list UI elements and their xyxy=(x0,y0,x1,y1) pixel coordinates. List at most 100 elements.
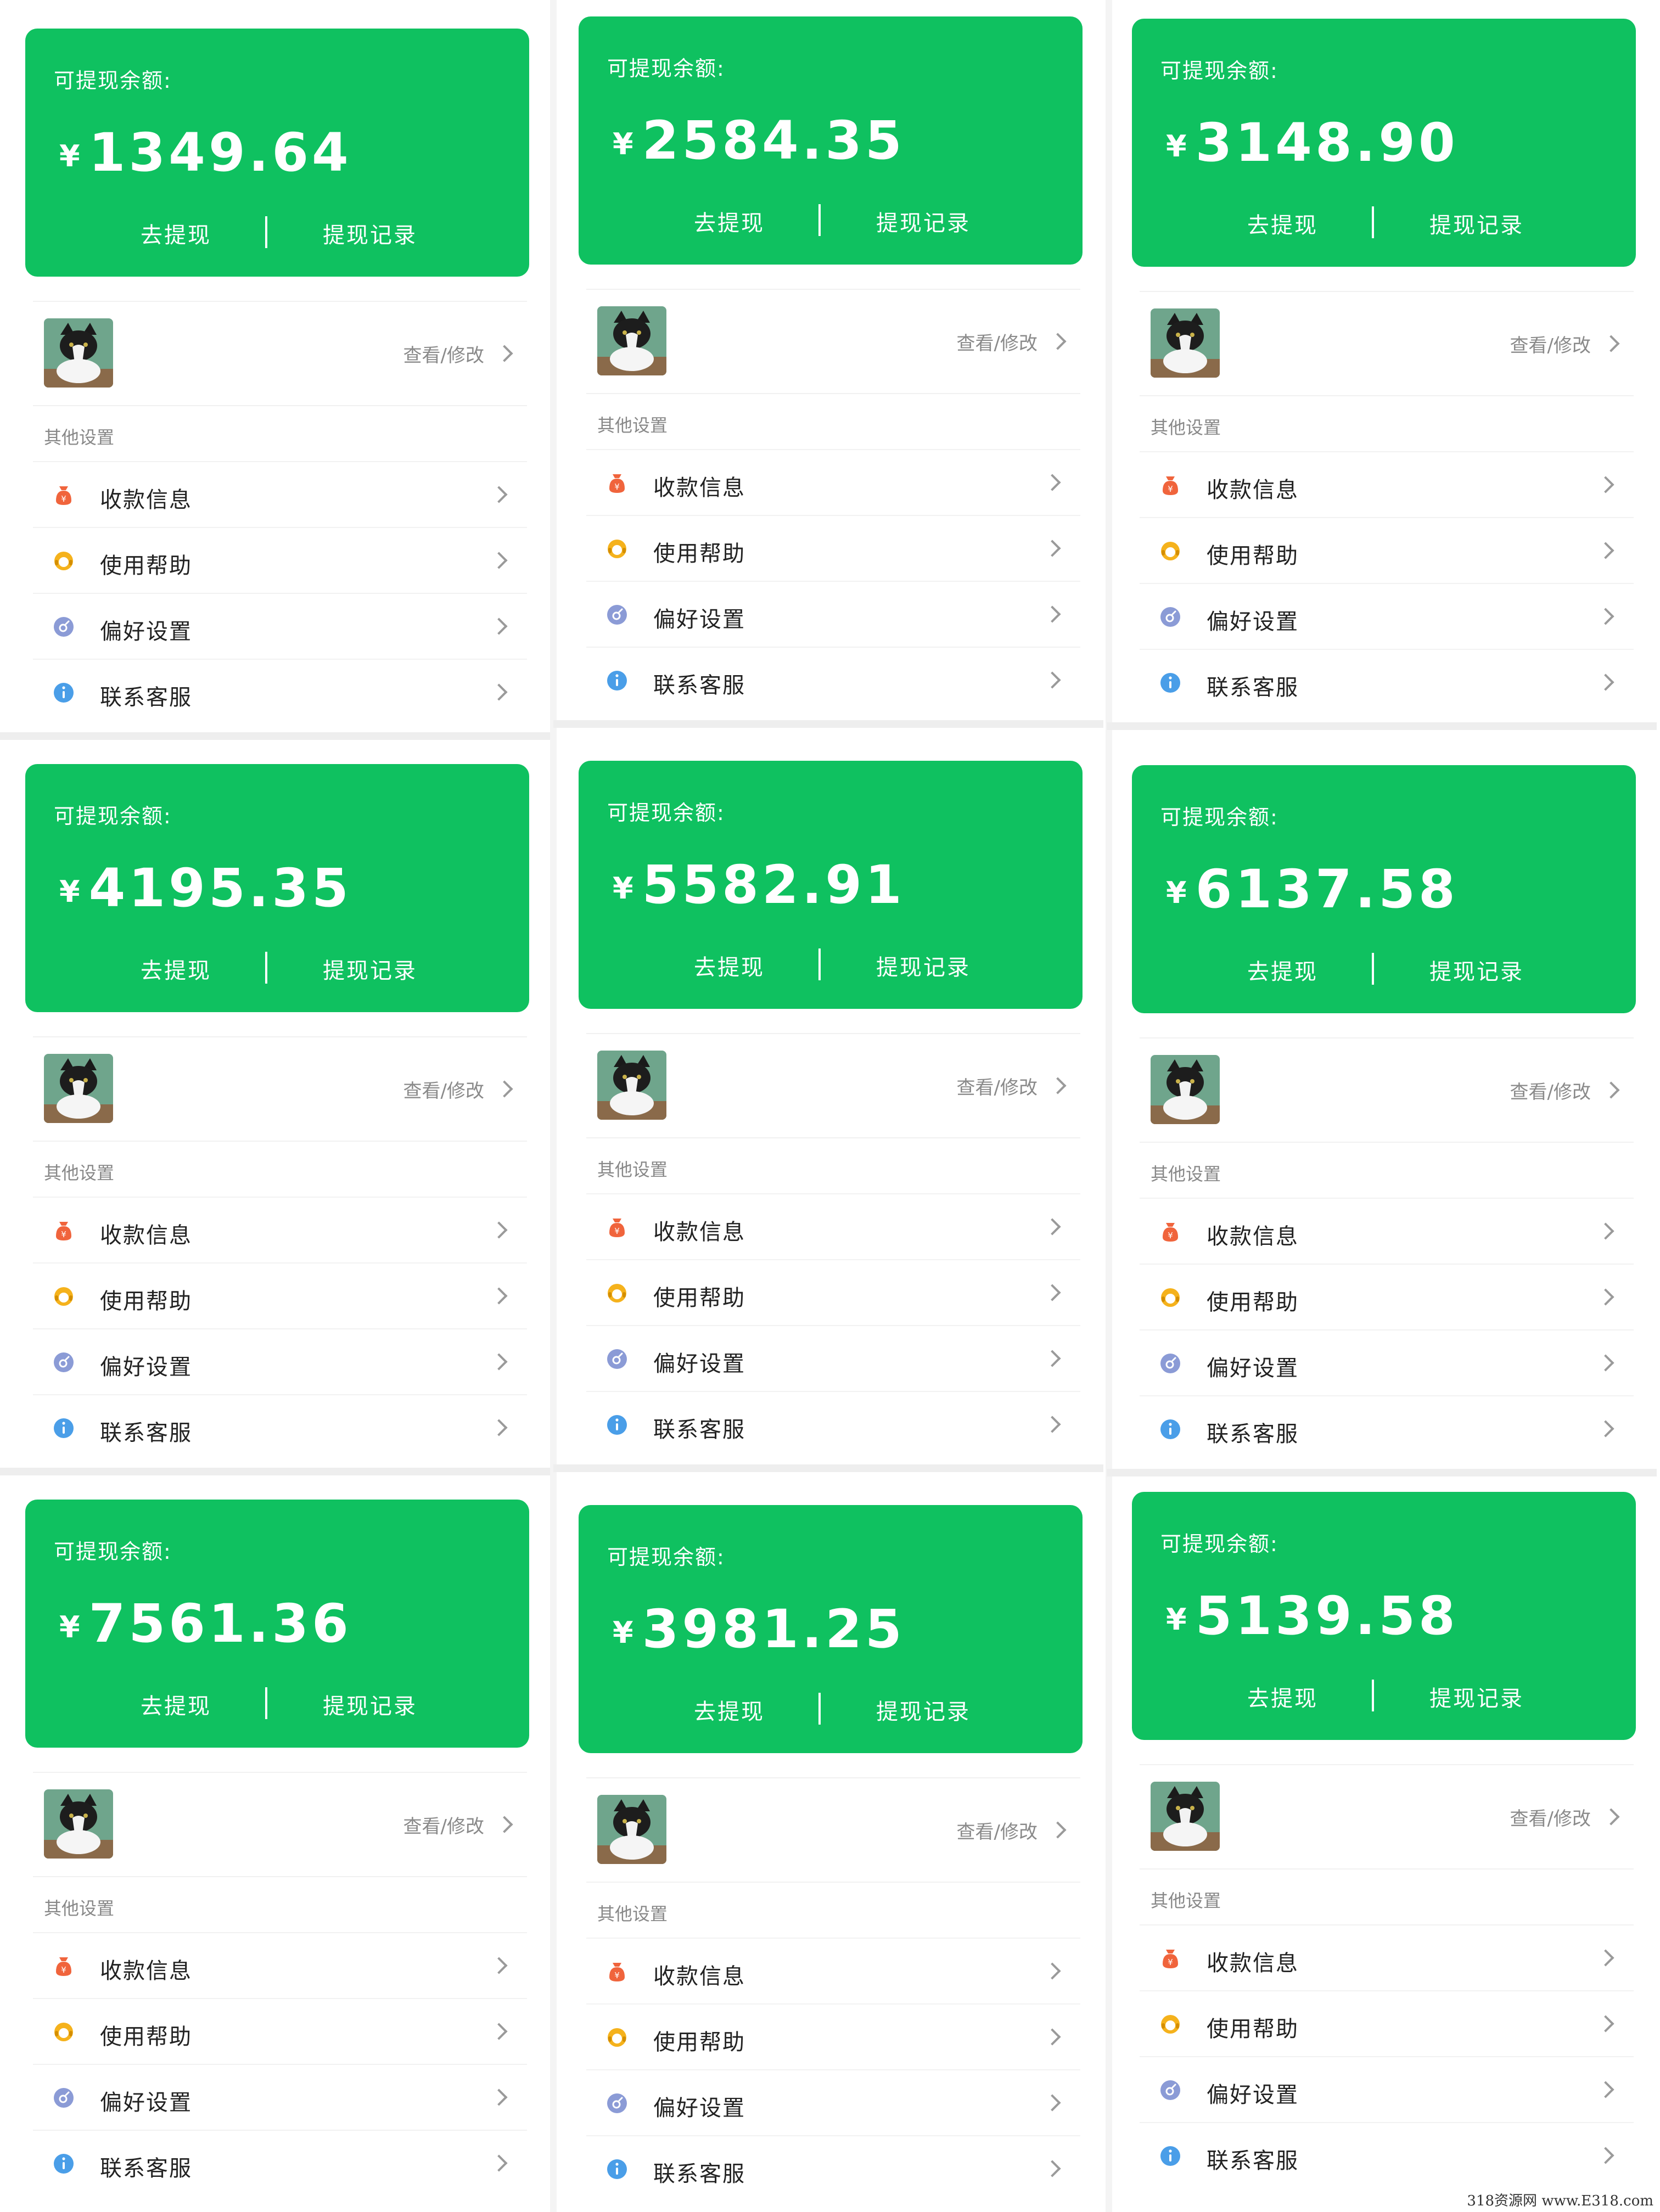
withdraw-records-button[interactable]: 提现记录 xyxy=(876,1694,971,1726)
preferences-icon xyxy=(52,615,76,639)
view-edit-link[interactable]: 查看/修改 xyxy=(1510,1804,1620,1831)
account-panel: 可提现余额: ¥6137.58 去提现 提现记录 查看/修改 其他设置 ¥ 收款… xyxy=(1107,737,1660,1472)
chevron-right-icon xyxy=(1044,474,1061,491)
balance-amount: ¥7561.36 xyxy=(59,1593,352,1654)
money-bag-icon: ¥ xyxy=(1158,1220,1182,1244)
settings-item[interactable]: 联系客服 xyxy=(1140,1395,1634,1462)
chevron-right-icon xyxy=(1597,608,1614,625)
view-edit-link[interactable]: 查看/修改 xyxy=(403,1076,513,1103)
settings-item[interactable]: 使用帮助 xyxy=(1140,1264,1634,1330)
settings-item[interactable]: 联系客服 xyxy=(33,2130,527,2197)
profile-row[interactable]: 查看/修改 xyxy=(33,301,527,406)
settings-item[interactable]: 使用帮助 xyxy=(586,515,1080,582)
settings-item[interactable]: 联系客服 xyxy=(1140,649,1634,716)
settings-item[interactable]: ¥ 收款信息 xyxy=(33,1932,527,1999)
settings-item[interactable]: ¥ 收款信息 xyxy=(586,449,1080,516)
chevron-right-icon xyxy=(1597,1420,1614,1438)
settings-item[interactable]: 使用帮助 xyxy=(33,1998,527,2065)
chevron-right-icon xyxy=(496,345,513,362)
view-edit-link[interactable]: 查看/修改 xyxy=(957,1817,1067,1844)
profile-row[interactable]: 查看/修改 xyxy=(586,289,1080,394)
settings-item[interactable]: ¥ 收款信息 xyxy=(586,1938,1080,2005)
settings-item[interactable]: ¥ 收款信息 xyxy=(33,1197,527,1264)
settings-item[interactable]: 联系客服 xyxy=(586,647,1080,714)
settings-item[interactable]: 偏好设置 xyxy=(586,581,1080,648)
settings-item[interactable]: 使用帮助 xyxy=(33,1262,527,1329)
profile-row[interactable]: 查看/修改 xyxy=(33,1036,527,1142)
withdraw-records-button[interactable]: 提现记录 xyxy=(323,953,417,985)
profile-row[interactable]: 查看/修改 xyxy=(1140,1037,1634,1143)
settings-item[interactable]: 联系客服 xyxy=(33,659,527,726)
balance-card: 可提现余额: ¥6137.58 去提现 提现记录 xyxy=(1132,765,1636,1013)
settings-item[interactable]: 联系客服 xyxy=(1140,2122,1634,2189)
chevron-right-icon xyxy=(490,486,508,503)
chevron-right-icon xyxy=(1597,1354,1614,1372)
settings-item[interactable]: 偏好设置 xyxy=(1140,2056,1634,2123)
settings-item-label: 收款信息 xyxy=(653,1220,745,1245)
view-edit-link[interactable]: 查看/修改 xyxy=(957,328,1067,355)
withdraw-button[interactable]: 去提现 xyxy=(1247,954,1318,986)
settings-item[interactable]: 联系客服 xyxy=(33,1394,527,1461)
withdraw-button[interactable]: 去提现 xyxy=(141,953,211,985)
profile-row[interactable]: 查看/修改 xyxy=(1140,1764,1634,1869)
withdraw-button[interactable]: 去提现 xyxy=(694,950,765,981)
view-edit-label: 查看/修改 xyxy=(1510,335,1591,357)
profile-row[interactable]: 查看/修改 xyxy=(586,1033,1080,1138)
settings-item[interactable]: 使用帮助 xyxy=(1140,1990,1634,2057)
settings-item[interactable]: 使用帮助 xyxy=(586,1259,1080,1326)
withdraw-records-button[interactable]: 提现记录 xyxy=(1429,1681,1524,1713)
money-bag-icon: ¥ xyxy=(605,471,629,495)
withdraw-button[interactable]: 去提现 xyxy=(694,205,765,237)
settings-item[interactable]: 偏好设置 xyxy=(1140,583,1634,650)
settings-item-label: 偏好设置 xyxy=(653,2096,745,2121)
settings-item[interactable]: 联系客服 xyxy=(586,1391,1080,1458)
balance-value: 5582.91 xyxy=(642,854,905,916)
settings-item[interactable]: ¥ 收款信息 xyxy=(1140,1924,1634,1991)
view-edit-link[interactable]: 查看/修改 xyxy=(957,1073,1067,1099)
button-divider xyxy=(1372,953,1374,985)
settings-item[interactable]: 偏好设置 xyxy=(33,593,527,660)
avatar xyxy=(1151,1782,1220,1851)
settings-item[interactable]: ¥ 收款信息 xyxy=(33,461,527,528)
settings-item[interactable]: ¥ 收款信息 xyxy=(1140,1198,1634,1265)
settings-item[interactable]: 使用帮助 xyxy=(586,2003,1080,2070)
settings-item[interactable]: 偏好设置 xyxy=(33,2064,527,2131)
settings-item[interactable]: 偏好设置 xyxy=(586,1325,1080,1392)
settings-item[interactable]: 使用帮助 xyxy=(33,527,527,594)
settings-item[interactable]: 偏好设置 xyxy=(1140,1329,1634,1396)
settings-item-label: 联系客服 xyxy=(100,685,192,710)
settings-item[interactable]: 联系客服 xyxy=(586,2135,1080,2202)
balance-amount: ¥5139.58 xyxy=(1166,1585,1459,1647)
settings-item-label: 收款信息 xyxy=(1207,1951,1299,1976)
balance-card: 可提现余额: ¥3981.25 去提现 提现记录 xyxy=(579,1505,1083,1753)
withdraw-records-button[interactable]: 提现记录 xyxy=(1429,954,1524,986)
withdraw-button[interactable]: 去提现 xyxy=(141,217,211,249)
view-edit-link[interactable]: 查看/修改 xyxy=(403,1811,513,1838)
withdraw-button[interactable]: 去提现 xyxy=(1247,1681,1318,1713)
avatar xyxy=(597,306,666,375)
settings-item[interactable]: 使用帮助 xyxy=(1140,517,1634,584)
profile-row[interactable]: 查看/修改 xyxy=(1140,291,1634,396)
settings-item[interactable]: 偏好设置 xyxy=(586,2069,1080,2136)
settings-item[interactable]: 偏好设置 xyxy=(33,1328,527,1395)
preferences-icon xyxy=(605,603,629,627)
profile-row[interactable]: 查看/修改 xyxy=(586,1777,1080,1883)
chevron-right-icon xyxy=(1044,2160,1061,2177)
withdraw-records-button[interactable]: 提现记录 xyxy=(323,217,417,249)
view-edit-link[interactable]: 查看/修改 xyxy=(403,340,513,367)
settings-item[interactable]: ¥ 收款信息 xyxy=(586,1193,1080,1260)
withdraw-records-button[interactable]: 提现记录 xyxy=(1429,207,1524,239)
settings-item-label: 联系客服 xyxy=(653,2162,745,2187)
withdraw-records-button[interactable]: 提现记录 xyxy=(876,950,971,981)
withdraw-records-button[interactable]: 提现记录 xyxy=(876,205,971,237)
view-edit-link[interactable]: 查看/修改 xyxy=(1510,1077,1620,1104)
withdraw-button[interactable]: 去提现 xyxy=(141,1688,211,1720)
button-divider xyxy=(265,216,267,248)
withdraw-button[interactable]: 去提现 xyxy=(694,1694,765,1726)
withdraw-records-button[interactable]: 提现记录 xyxy=(323,1688,417,1720)
view-edit-link[interactable]: 查看/修改 xyxy=(1510,330,1620,357)
withdraw-button[interactable]: 去提现 xyxy=(1247,207,1318,239)
chevron-right-icon xyxy=(1049,1821,1067,1839)
profile-row[interactable]: 查看/修改 xyxy=(33,1772,527,1877)
settings-item[interactable]: ¥ 收款信息 xyxy=(1140,451,1634,518)
